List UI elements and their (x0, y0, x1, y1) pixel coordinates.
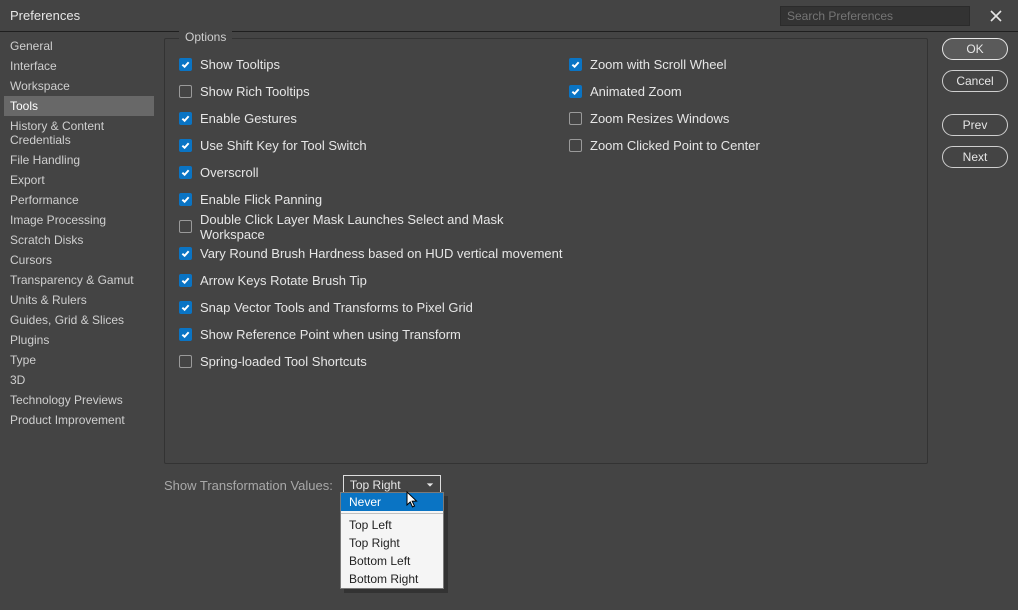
dropdown-option[interactable]: Bottom Left (341, 552, 443, 570)
close-icon (989, 9, 1003, 23)
option-label: Vary Round Brush Hardness based on HUD v… (200, 246, 562, 261)
option-label: Enable Flick Panning (200, 192, 322, 207)
sidebar-item-guides-grid-slices[interactable]: Guides, Grid & Slices (4, 310, 154, 330)
sidebar-item-3d[interactable]: 3D (4, 370, 154, 390)
checkbox[interactable] (179, 220, 192, 233)
option-row: Overscroll (179, 159, 569, 186)
titlebar: Preferences (0, 0, 1018, 32)
checkbox[interactable] (569, 85, 582, 98)
checkbox[interactable] (179, 85, 192, 98)
checkbox[interactable] (179, 274, 192, 287)
option-row: Snap Vector Tools and Transforms to Pixe… (179, 294, 569, 321)
option-label: Zoom with Scroll Wheel (590, 57, 727, 72)
dialog-buttons: OK Cancel Prev Next (942, 32, 1018, 610)
option-row: Vary Round Brush Hardness based on HUD v… (179, 240, 569, 267)
cancel-button[interactable]: Cancel (942, 70, 1008, 92)
next-button[interactable]: Next (942, 146, 1008, 168)
option-row: Show Reference Point when using Transfor… (179, 321, 569, 348)
prev-button[interactable]: Prev (942, 114, 1008, 136)
sidebar-item-file-handling[interactable]: File Handling (4, 150, 154, 170)
sidebar-item-workspace[interactable]: Workspace (4, 76, 154, 96)
options-fieldset: Options Show TooltipsShow Rich TooltipsE… (164, 38, 928, 464)
option-label: Overscroll (200, 165, 259, 180)
option-label: Enable Gestures (200, 111, 297, 126)
option-row: Show Tooltips (179, 51, 569, 78)
chevron-down-icon (426, 478, 434, 492)
checkbox[interactable] (179, 355, 192, 368)
checkbox[interactable] (179, 139, 192, 152)
sidebar: GeneralInterfaceWorkspaceToolsHistory & … (0, 32, 158, 610)
checkbox[interactable] (179, 247, 192, 260)
sidebar-item-type[interactable]: Type (4, 350, 154, 370)
option-label: Show Tooltips (200, 57, 280, 72)
option-label: Show Reference Point when using Transfor… (200, 327, 461, 342)
dropdown-label: Show Transformation Values: (164, 478, 333, 493)
option-row: Arrow Keys Rotate Brush Tip (179, 267, 569, 294)
option-label: Zoom Clicked Point to Center (590, 138, 760, 153)
option-row: Zoom with Scroll Wheel (569, 51, 760, 78)
option-label: Animated Zoom (590, 84, 682, 99)
option-label: Spring-loaded Tool Shortcuts (200, 354, 367, 369)
option-label: Arrow Keys Rotate Brush Tip (200, 273, 367, 288)
sidebar-item-plugins[interactable]: Plugins (4, 330, 154, 350)
option-row: Zoom Resizes Windows (569, 105, 760, 132)
sidebar-item-product-improvement[interactable]: Product Improvement (4, 410, 154, 430)
menu-separator (341, 513, 443, 514)
fieldset-legend: Options (179, 30, 232, 44)
ok-button[interactable]: OK (942, 38, 1008, 60)
sidebar-item-technology-previews[interactable]: Technology Previews (4, 390, 154, 410)
checkbox[interactable] (179, 193, 192, 206)
sidebar-item-interface[interactable]: Interface (4, 56, 154, 76)
window-title: Preferences (10, 8, 80, 23)
option-row: Enable Gestures (179, 105, 569, 132)
option-row: Zoom Clicked Point to Center (569, 132, 760, 159)
sidebar-item-general[interactable]: General (4, 36, 154, 56)
dropdown-option[interactable]: Top Left (341, 516, 443, 534)
dropdown-option[interactable]: Top Right (341, 534, 443, 552)
main-panel: Options Show Tooltips Show Rich Tooltips E… (158, 32, 942, 610)
option-row: Use Shift Key for Tool Switch (179, 132, 569, 159)
sidebar-item-history-content-credentials[interactable]: History & Content Credentials (4, 116, 154, 150)
checkbox[interactable] (179, 166, 192, 179)
checkbox[interactable] (569, 58, 582, 71)
dropdown-option[interactable]: Never (341, 493, 443, 511)
sidebar-item-cursors[interactable]: Cursors (4, 250, 154, 270)
option-row: Spring-loaded Tool Shortcuts (179, 348, 569, 375)
option-row: Show Rich Tooltips (179, 78, 569, 105)
mouse-cursor-icon (406, 491, 420, 512)
sidebar-item-transparency-gamut[interactable]: Transparency & Gamut (4, 270, 154, 290)
sidebar-item-performance[interactable]: Performance (4, 190, 154, 210)
option-label: Double Click Layer Mask Launches Select … (200, 212, 569, 242)
option-label: Use Shift Key for Tool Switch (200, 138, 367, 153)
options-right-column: Zoom with Scroll Wheel Animated Zoom Zoom … (569, 51, 760, 375)
checkbox[interactable] (179, 58, 192, 71)
checkbox[interactable] (569, 112, 582, 125)
sidebar-item-scratch-disks[interactable]: Scratch Disks (4, 230, 154, 250)
sidebar-item-image-processing[interactable]: Image Processing (4, 210, 154, 230)
sidebar-item-tools[interactable]: Tools (4, 96, 154, 116)
search-input[interactable] (780, 6, 970, 26)
option-label: Zoom Resizes Windows (590, 111, 729, 126)
close-button[interactable] (984, 4, 1008, 28)
dropdown-menu[interactable]: Never Top LeftTop RightBottom LeftBottom … (340, 492, 444, 589)
checkbox[interactable] (179, 301, 192, 314)
options-left-column: Show Tooltips Show Rich Tooltips Enable Ge… (179, 51, 569, 375)
option-label: Show Rich Tooltips (200, 84, 310, 99)
checkbox[interactable] (179, 112, 192, 125)
sidebar-item-export[interactable]: Export (4, 170, 154, 190)
checkbox[interactable] (569, 139, 582, 152)
option-label: Snap Vector Tools and Transforms to Pixe… (200, 300, 473, 315)
checkbox[interactable] (179, 328, 192, 341)
option-row: Animated Zoom (569, 78, 760, 105)
transform-values-row: Show Transformation Values: Top Right Ne… (164, 472, 928, 498)
dropdown-option[interactable]: Bottom Right (341, 570, 443, 588)
dropdown-value: Top Right (350, 478, 401, 492)
option-row: Enable Flick Panning (179, 186, 569, 213)
option-row: Double Click Layer Mask Launches Select … (179, 213, 569, 240)
sidebar-item-units-rulers[interactable]: Units & Rulers (4, 290, 154, 310)
